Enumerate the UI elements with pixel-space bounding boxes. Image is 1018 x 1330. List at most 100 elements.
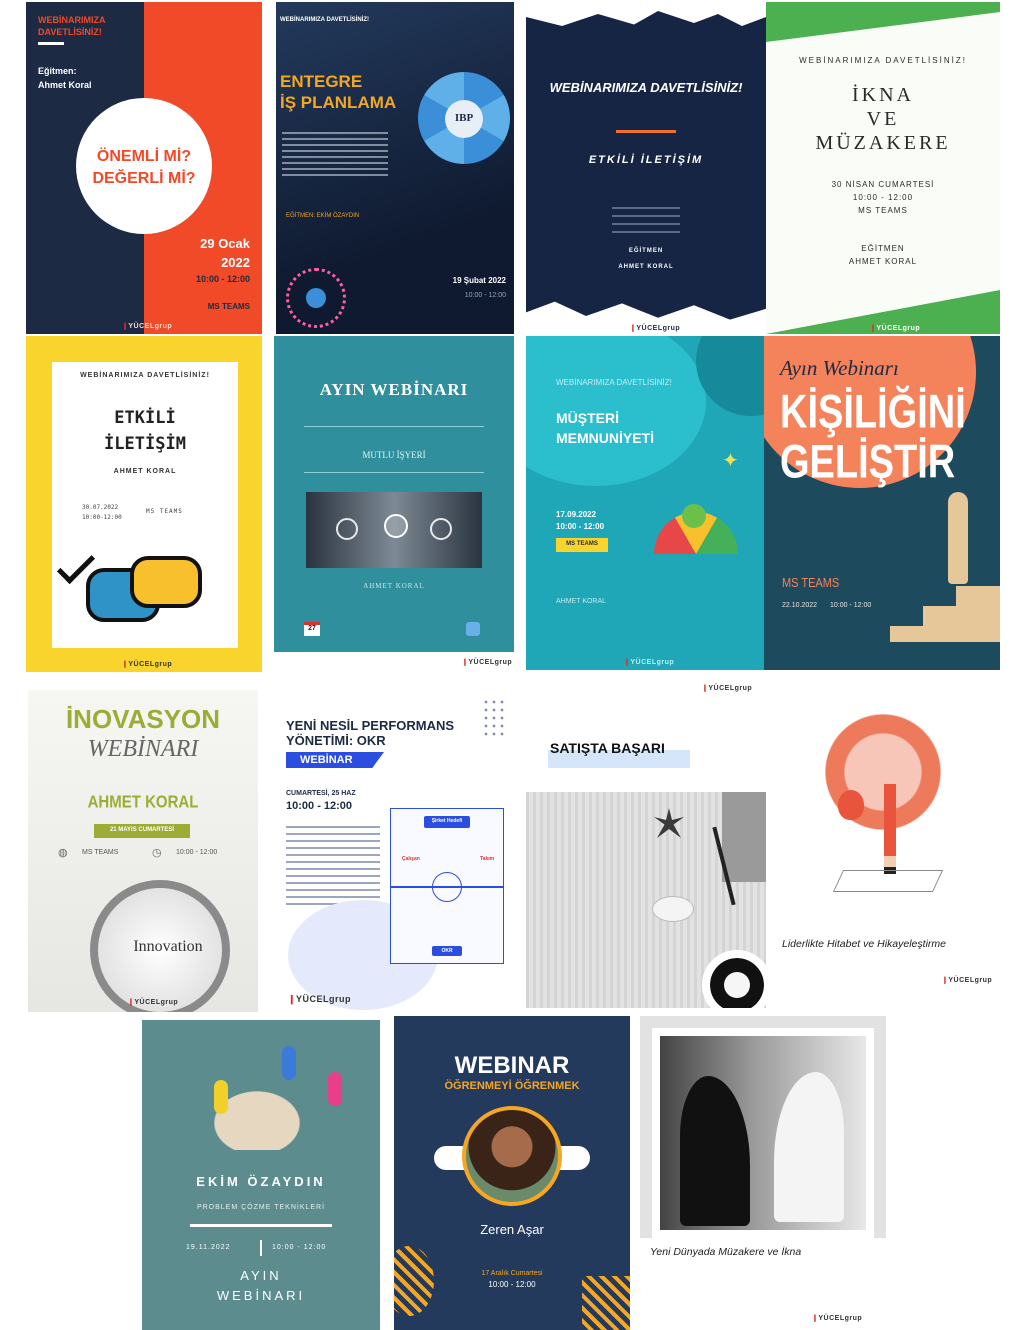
happy-face-icon xyxy=(430,518,452,540)
row2-logo: YÜCELgrup xyxy=(702,684,752,692)
poster-onemli-mi[interactable]: WEBİNARIMIZA DAVETLİSİNİZ! Eğitmen: Ahme… xyxy=(26,2,262,334)
p4-logo: YÜCELgrup xyxy=(870,324,920,332)
p14-subtitle: ÖĞRENMEYİ ÖĞRENMEK xyxy=(444,1080,580,1092)
p3-subtitle: ETKİLİ İLETİŞİM xyxy=(588,154,704,166)
paper-sheet xyxy=(832,870,944,892)
p6-title: AYIN WEBİNARI xyxy=(319,380,469,399)
p14-photo-ring xyxy=(462,1106,562,1206)
poster-ogrenmeyi-ogrenmek[interactable]: WEBINAR ÖĞRENMEYİ ÖĞRENMEK Zeren Aşar 17… xyxy=(394,1016,630,1330)
p1-day: 29 Ocak xyxy=(200,236,250,251)
poster-musteri-memnuniyeti[interactable]: WEBİNARIMIZA DAVETLİSİNİZ! MÜŞTERİ MEMNU… xyxy=(526,336,766,670)
p13-subtitle: PROBLEM ÇÖZME TEKNİKLERİ xyxy=(196,1204,326,1211)
poster-etkili-iletisim-dark[interactable]: WEBİNARIMIZA DAVETLİSİNİZ! ETKİLİ İLETİŞ… xyxy=(526,2,766,334)
p7-header: WEBİNARIMIZA DAVETLİSİNİZ! xyxy=(556,378,672,387)
p3-logo: YÜCELgrup xyxy=(630,324,680,332)
sad-face-icon xyxy=(336,518,358,540)
p4-trainer: AHMET KORAL xyxy=(848,257,918,266)
p1-divider xyxy=(38,42,64,45)
poster-ayin-webinari-mutlu-isyeri[interactable]: AYIN WEBİNARI MUTLU İŞYERİ AHMET KORAL 2… xyxy=(274,336,514,672)
p1-circle-line1: ÖNEMLİ Mİ? xyxy=(96,148,192,165)
poster-okr[interactable]: YENİ NESİL PERFORMANS YÖNETİMİ: OKR WEBİ… xyxy=(268,690,514,1012)
poster-satista-basari[interactable]: SATIŞTA BAŞARI xyxy=(526,696,766,1008)
p8-platform: MS TEAMS xyxy=(782,576,840,591)
p2-date: 19 Şubat 2022 xyxy=(452,276,506,285)
p12-logo: YÜCELgrup xyxy=(942,976,992,984)
pencil-icon xyxy=(884,784,896,874)
p13-time: 10:00 - 12:00 xyxy=(272,1244,327,1251)
p13-date: 19.11.2022 xyxy=(186,1244,231,1251)
p2-trainer: EĞİTMEN: EKİM ÖZAYDIN xyxy=(286,213,360,219)
p4-header: WEBİNARIMIZA DAVETLİSİNİZ! xyxy=(799,56,967,65)
p9-title1: İNOVASYON xyxy=(65,704,221,734)
p4-time: 10:00 - 12:00 xyxy=(852,193,914,202)
p8-stairs xyxy=(890,586,1000,642)
balloon-icon xyxy=(838,790,864,820)
poster-kisiligini-gelistir[interactable]: Ayın Webinarı KİŞİLİĞİNİ GELİŞTİR MS TEA… xyxy=(764,336,1000,670)
walking-figure-icon xyxy=(948,492,968,584)
p2-body-text xyxy=(282,132,388,176)
p10-title1: YENİ NESİL PERFORMANS xyxy=(286,718,455,733)
p7-trainer: AHMET KORAL xyxy=(556,598,607,605)
p13-puzzle-illustration xyxy=(172,1060,342,1150)
p1-time: 10:00 - 12:00 xyxy=(195,274,250,284)
p7-title1: MÜŞTERİ xyxy=(556,410,619,426)
p9-logo: YÜCELgrup xyxy=(128,998,178,1006)
p6-line-bottom xyxy=(304,472,484,473)
p4-platform: MS TEAMS xyxy=(858,206,908,215)
p10-dot-grid xyxy=(482,698,504,738)
p1-year: 2022 xyxy=(221,255,250,270)
p10-date: CUMARTESİ, 25 HAZ xyxy=(286,790,356,797)
chat-bubble-yellow-icon xyxy=(130,556,202,608)
p10-body-text xyxy=(286,826,380,908)
p14-date: 17 Aralık Cumartesi xyxy=(481,1270,543,1277)
figure-yellow-icon xyxy=(214,1080,228,1114)
p9-date: 21 MAYIS CUMARTESİ xyxy=(109,827,175,833)
p10-logo: YÜCELgrup xyxy=(288,994,351,1005)
laptop-icon xyxy=(722,792,766,882)
mouse-icon xyxy=(652,896,694,922)
p12-caption: Liderlikte Hitabet ve Hikayeleştirme xyxy=(782,938,946,950)
p12-pencil-illustration xyxy=(808,704,958,874)
p1-circle xyxy=(76,98,212,234)
p3-details xyxy=(612,207,680,233)
p9-platform: MS TEAMS xyxy=(82,849,119,856)
p4-title2: VE xyxy=(866,108,900,130)
teams-icon xyxy=(466,622,480,636)
p4-date: 30 NİSAN CUMARTESİ xyxy=(831,180,935,189)
p3-trainer: AHMET KORAL xyxy=(618,264,674,270)
p5-logo: YÜCELgrup xyxy=(122,660,172,668)
p10-field-top: Şirket Hedefi xyxy=(431,818,463,824)
p10-field-left: Çalışan xyxy=(402,856,420,862)
p14-trainer: Zeren Aşar xyxy=(480,1222,544,1237)
p7-title2: MEMNUNİYETİ xyxy=(556,430,654,446)
p13-footer1: AYIN xyxy=(240,1268,282,1283)
p2-time: 10:00 - 12:00 xyxy=(464,292,506,299)
p5-trainer: AHMET KORAL xyxy=(113,468,177,475)
p5-title2: İLETİŞİM xyxy=(104,434,186,454)
p6-day: 27 xyxy=(308,625,316,632)
poster-problem-cozme[interactable]: EKİM ÖZAYDIN PROBLEM ÇÖZME TEKNİKLERİ 19… xyxy=(142,1020,380,1330)
happy-emoji-icon xyxy=(682,504,706,528)
p10-time: 10:00 - 12:00 xyxy=(286,800,353,812)
p2-title2: İŞ PLANLAMA xyxy=(280,93,397,112)
p9-trainer: AHMET KORAL xyxy=(87,792,199,813)
poster-inovasyon-webinari[interactable]: İNOVASYON WEBİNARI AHMET KORAL 21 MAYIS … xyxy=(28,690,258,1012)
poster-yeni-dunyada-muzakere[interactable]: Yeni Dünyada Müzakere ve İkna YÜCELgrup xyxy=(640,1016,886,1330)
poster-entegre-is-planlama[interactable]: WEBİNARIMIZA DAVETLİSİNİZ! ENTEGRE İŞ PL… xyxy=(276,2,514,334)
sparkle-icon: ✦ xyxy=(722,450,739,472)
neutral-face-icon xyxy=(384,514,408,538)
poster-ikna-ve-muzakere[interactable]: WEBİNARIMIZA DAVETLİSİNİZ! İKNA VE MÜZAK… xyxy=(766,2,1000,334)
p4-green-top xyxy=(766,2,1000,42)
p5-header: WEBİNARIMIZA DAVETLİSİNİZ! xyxy=(80,372,210,379)
p1-header: WEBİNARIMIZA DAVETLİSİNİZ! xyxy=(38,15,106,37)
p10-title2: YÖNETİMİ: OKR xyxy=(286,733,386,748)
p3-divider xyxy=(616,130,676,133)
p3-trainer-label: EĞİTMEN xyxy=(628,248,664,254)
p3-torn-top xyxy=(526,2,766,26)
p7-logo: YÜCELgrup xyxy=(624,658,674,666)
p1-trainer-label: Eğitmen: xyxy=(38,66,77,76)
poster-etkili-iletisim-yellow[interactable]: WEBİNARIMIZA DAVETLİSİNİZ! ETKİLİ İLETİŞ… xyxy=(26,336,262,672)
p2-header: WEBİNARIMIZA DAVETLİSİNİZ! xyxy=(280,17,369,23)
p7-time: 10:00 - 12:00 xyxy=(556,522,605,531)
poster-liderlikte-hitabet[interactable]: Liderlikte Hitabet ve Hikayeleştirme YÜC… xyxy=(778,694,1000,994)
